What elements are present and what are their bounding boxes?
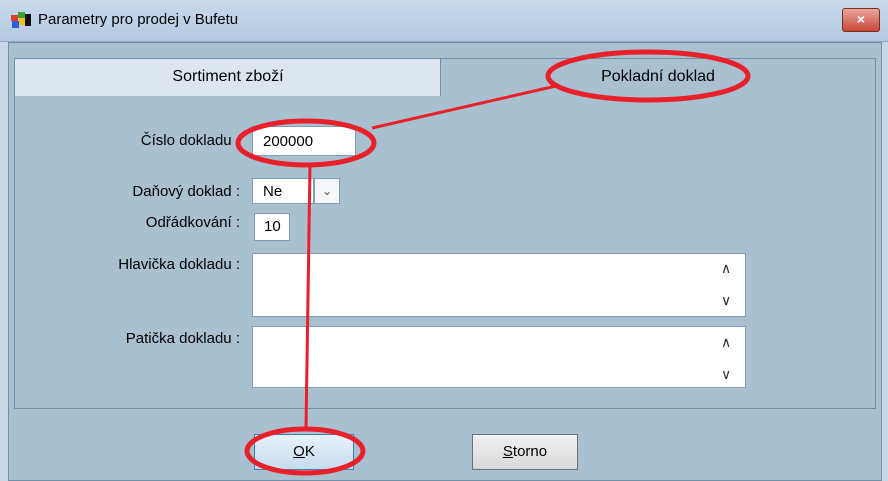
title-bar[interactable]: Parametry pro prodej v Bufetu ×	[0, 0, 888, 42]
paticka-dokladu-textarea[interactable]	[252, 326, 746, 388]
close-icon: ×	[856, 11, 866, 27]
close-button[interactable]: ×	[842, 8, 880, 32]
storno-label-rest: torno	[512, 443, 548, 460]
ok-button[interactable]: OK	[254, 434, 354, 470]
tab-sortiment-zbozi[interactable]: Sortiment zboží	[14, 58, 442, 97]
ok-label-rest: K	[304, 443, 315, 460]
storno-button[interactable]: Storno	[472, 434, 578, 470]
odradkovani-input[interactable]: 10	[254, 213, 290, 241]
paticka-dokladu-label: Patička dokladu :	[125, 330, 240, 347]
app-window-icon	[11, 12, 31, 28]
chevron-up-icon[interactable]: ∧	[721, 334, 731, 351]
chevron-down-icon[interactable]: ∨	[721, 366, 731, 383]
tab-pokladni-doklad[interactable]: Pokladní doklad	[440, 58, 876, 97]
chevron-down-icon[interactable]: ∨	[721, 292, 731, 309]
cislo-dokladu-input[interactable]: 200000	[252, 126, 356, 156]
danovy-doklad-label: Daňový doklad :	[132, 183, 240, 200]
hlavicka-dokladu-textarea[interactable]	[252, 253, 746, 317]
cislo-dokladu-label: Číslo dokladu :	[140, 132, 240, 149]
danovy-doklad-select[interactable]: Ne	[252, 178, 314, 204]
hlavicka-dokladu-label: Hlavička dokladu :	[118, 256, 240, 273]
chevron-down-icon[interactable]: ⌄	[314, 178, 340, 204]
chevron-up-icon[interactable]: ∧	[721, 260, 731, 277]
storno-mnemonic: S	[502, 443, 513, 460]
window-title: Parametry pro prodej v Bufetu	[38, 11, 239, 28]
odradkovani-label: Odřádkování :	[145, 214, 240, 231]
ok-mnemonic: O	[293, 443, 305, 460]
